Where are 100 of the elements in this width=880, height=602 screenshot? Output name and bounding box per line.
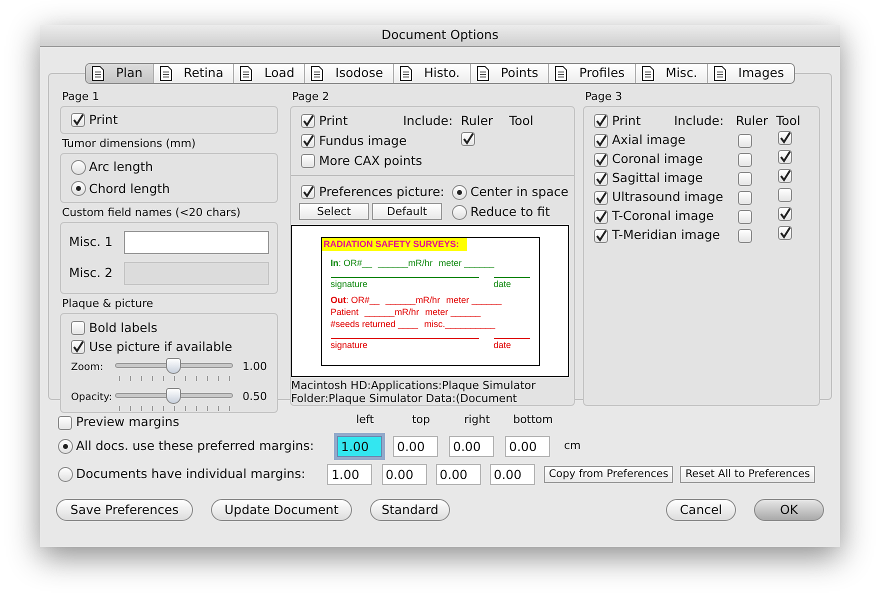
slider-value: 1.00 [242, 358, 267, 374]
slider-label: Opacity: [71, 390, 114, 404]
document-icon [311, 66, 324, 81]
checkbox[interactable] [58, 416, 72, 430]
radio-label: Arc length [89, 158, 154, 176]
radio-label: All docs. use these preferred margins: [76, 436, 314, 455]
radio-button[interactable] [58, 438, 73, 454]
checkbox[interactable] [778, 226, 792, 240]
margin-button[interactable]: Reset All to Preferences [680, 466, 816, 482]
checkbox[interactable] [594, 134, 608, 148]
group-title: Page 2 [291, 89, 330, 105]
slider-thumb[interactable] [166, 358, 180, 374]
document-icon [476, 66, 489, 81]
checkbox[interactable] [778, 169, 792, 184]
margin-field[interactable]: 1.00 [327, 464, 372, 484]
column-label: Ruler [460, 112, 494, 130]
margin-button[interactable]: Copy from Preferences [544, 466, 674, 482]
tab[interactable]: Plan [86, 64, 153, 83]
checkbox[interactable] [778, 131, 792, 146]
form-text: Out: OR#__ [330, 294, 380, 306]
checkbox-label: Sagittal image [612, 169, 703, 188]
form-text: ______mR/hr [378, 256, 433, 268]
checkbox[interactable] [594, 114, 608, 128]
tab[interactable]: Histo. [393, 64, 470, 83]
checkbox[interactable] [778, 150, 792, 164]
document-icon [714, 66, 726, 81]
checkbox[interactable] [71, 321, 85, 336]
column-label: Tool [776, 112, 800, 130]
checkbox-label: Bold labels [89, 319, 158, 337]
document-icon [160, 66, 172, 81]
radio-label: Documents have individual margins: [76, 464, 306, 483]
margin-field[interactable]: 0.00 [490, 464, 535, 484]
field-label: Misc. 1 [69, 233, 114, 252]
tab[interactable]: Misc. [634, 64, 708, 83]
unit-label: cm [564, 438, 581, 454]
radio-button[interactable] [452, 204, 468, 220]
checkbox[interactable] [594, 152, 608, 166]
group-title: Page 1 [61, 89, 100, 105]
form-text: signature [330, 276, 478, 290]
checkbox[interactable] [738, 210, 752, 224]
margin-field[interactable]: 0.00 [449, 436, 494, 456]
checkbox[interactable] [71, 113, 85, 127]
file-path: Macintosh HD:Applications:Plaque Simulator [291, 379, 536, 392]
checkbox[interactable] [778, 188, 792, 202]
tab[interactable]: Retina [152, 64, 234, 83]
radio-button[interactable] [71, 160, 86, 175]
tab[interactable]: Profiles [548, 64, 635, 83]
document-icon [400, 66, 412, 81]
checkbox[interactable] [738, 152, 752, 166]
margin-field[interactable]: 0.00 [436, 464, 481, 484]
group-title: Page 3 [584, 89, 622, 105]
radio-button[interactable] [71, 181, 86, 196]
tab[interactable]: Points [470, 64, 548, 83]
group-title: Custom field names (<20 chars) [61, 205, 241, 221]
window-title: Document Options [382, 26, 498, 44]
picture-button[interactable]: Select [299, 203, 369, 220]
file-path: Folder:Plaque Simulator Data:(Document [291, 392, 517, 405]
radio-button[interactable] [452, 184, 468, 200]
checkbox[interactable] [594, 228, 608, 242]
checkbox[interactable] [301, 114, 315, 128]
column-label: bottom [512, 412, 554, 428]
checkbox[interactable] [738, 228, 752, 242]
dialog-button[interactable]: Cancel [666, 499, 736, 521]
dialog-button[interactable]: Update Document [211, 499, 352, 521]
group-title: Tumor dimensions (mm) [61, 136, 196, 152]
checkbox[interactable] [594, 210, 608, 224]
checkbox[interactable] [594, 190, 608, 204]
dialog-button[interactable]: Standard [370, 499, 450, 521]
tab[interactable]: Load [233, 64, 304, 83]
slider-thumb[interactable] [166, 388, 180, 404]
checkbox[interactable] [301, 185, 315, 199]
text-field[interactable] [124, 231, 269, 254]
column-label: right [463, 412, 491, 428]
checkbox-label: Use picture if available [89, 338, 232, 356]
margin-field[interactable]: 0.00 [393, 436, 438, 456]
checkbox[interactable] [594, 172, 608, 186]
margin-field[interactable]: 0.00 [382, 464, 427, 484]
dialog-button[interactable]: OK [754, 499, 824, 521]
form-text: date [494, 338, 530, 350]
checkbox[interactable] [301, 134, 315, 148]
checkbox[interactable] [738, 134, 752, 148]
checkbox[interactable] [71, 340, 85, 354]
form-text: meter ______ [425, 306, 481, 318]
tab[interactable]: Images [707, 64, 794, 83]
radio-button[interactable] [58, 466, 73, 482]
checkbox[interactable] [738, 190, 752, 204]
dialog-button[interactable]: Save Preferences [56, 499, 193, 521]
form-text: misc.__________ [424, 318, 496, 330]
column-label: left [355, 412, 375, 428]
group-title: Plaque & picture [61, 296, 154, 312]
margin-field[interactable]: 0.00 [505, 436, 550, 456]
tab[interactable]: Isodose [304, 64, 394, 83]
picture-button[interactable]: Default [372, 203, 442, 220]
checkbox[interactable] [738, 172, 752, 186]
checkbox[interactable] [461, 132, 475, 146]
checkbox[interactable] [778, 207, 792, 222]
form-text: date [494, 276, 530, 290]
checkbox-label: T-Meridian image [612, 226, 720, 244]
checkbox[interactable] [301, 154, 315, 168]
column-label: Include: [403, 112, 453, 130]
